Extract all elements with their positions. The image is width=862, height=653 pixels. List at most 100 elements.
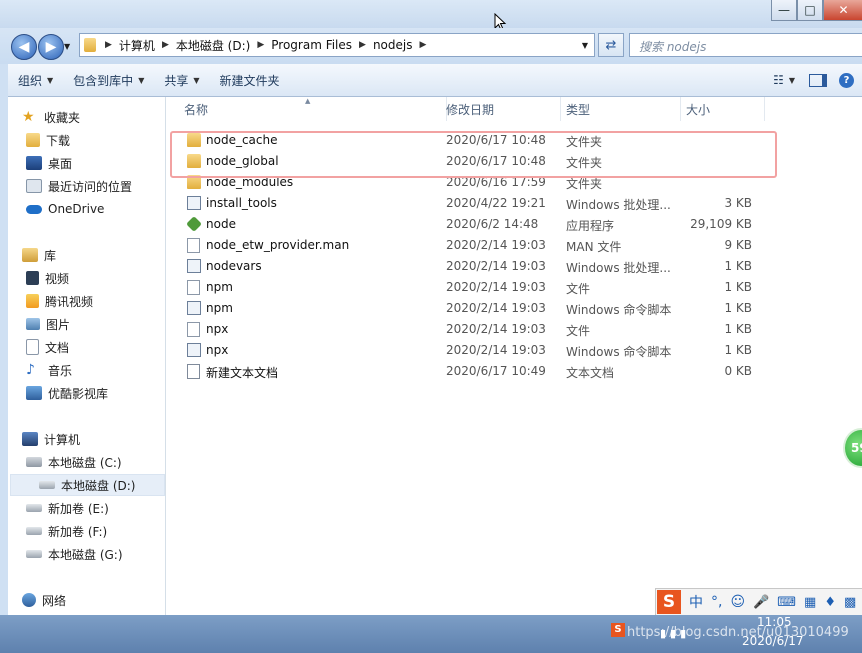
- column-header-type[interactable]: 类型: [560, 97, 681, 121]
- nav-recent-places[interactable]: 最近访问的位置: [26, 176, 132, 196]
- close-button[interactable]: ✕: [823, 0, 862, 21]
- breadcrumb-separator-icon[interactable]: ▶: [162, 40, 169, 50]
- file-date: 2020/2/14 19:03: [446, 280, 546, 294]
- nav-recent-label: 最近访问的位置: [48, 179, 133, 194]
- nav-computer[interactable]: 计算机: [22, 429, 80, 449]
- minimize-button[interactable]: —: [771, 0, 797, 21]
- file-type: Windows 批处理...: [566, 261, 671, 275]
- microphone-icon[interactable]: 🎤: [753, 595, 769, 610]
- nav-network[interactable]: 网络: [22, 590, 66, 610]
- file-icon: [187, 238, 200, 253]
- file-size: 9 KB: [724, 238, 752, 252]
- library-icon: [22, 248, 38, 262]
- file-date: 2020/2/14 19:03: [446, 322, 546, 336]
- file-type: Windows 批处理...: [566, 198, 671, 212]
- maximize-button[interactable]: □: [797, 0, 823, 21]
- file-row[interactable]: npx 2020/2/14 19:03 Windows 命令脚本 1 KB: [166, 340, 766, 361]
- share-button[interactable]: 共享 ▼: [154, 72, 209, 89]
- grid-icon[interactable]: ▦: [804, 595, 816, 610]
- recent-pages-dropdown-icon[interactable]: ▼: [64, 42, 70, 51]
- include-in-library-button[interactable]: 包含到库中 ▼: [63, 72, 154, 89]
- column-header-name[interactable]: 名称: [178, 97, 447, 121]
- sogou-tray-icon[interactable]: S: [611, 623, 625, 637]
- nav-pictures[interactable]: 图片: [26, 314, 70, 334]
- nav-tencent-video[interactable]: 腾讯视频: [26, 291, 93, 311]
- nav-libraries[interactable]: 库: [22, 245, 56, 265]
- preview-pane-button[interactable]: [801, 73, 835, 87]
- file-type: 文件: [566, 282, 591, 296]
- nav-drive-g[interactable]: 本地磁盘 (G:): [26, 544, 123, 564]
- breadcrumb-separator-icon[interactable]: ▶: [359, 40, 366, 50]
- forward-button[interactable]: ▶: [38, 34, 64, 60]
- file-row[interactable]: npx 2020/2/14 19:03 文件 1 KB: [166, 319, 766, 340]
- nav-drive-f[interactable]: 新加卷 (F:): [26, 521, 107, 541]
- nav-youku[interactable]: 优酷影视库: [26, 383, 108, 403]
- command-bar: 组织 ▼ 包含到库中 ▼ 共享 ▼ 新建文件夹 ☷ ▼ ?: [8, 64, 862, 97]
- help-icon: ?: [839, 72, 854, 88]
- sogou-logo-icon[interactable]: S: [657, 590, 681, 614]
- breadcrumb-separator-icon[interactable]: ▶: [257, 40, 264, 50]
- nav-downloads-label: 下载: [46, 133, 71, 148]
- back-button[interactable]: ◀: [11, 34, 37, 60]
- file-row[interactable]: 新建文本文档 2020/6/17 10:49 文本文档 0 KB: [166, 361, 766, 382]
- clock-date[interactable]: 2020/6/17: [742, 634, 804, 648]
- file-row[interactable]: npm 2020/2/14 19:03 Windows 命令脚本 1 KB: [166, 298, 766, 319]
- nav-drive-e[interactable]: 新加卷 (E:): [26, 498, 109, 518]
- preview-pane-icon: [809, 73, 827, 87]
- music-note-icon: ♪: [26, 362, 35, 378]
- ime-language-toggle[interactable]: 中: [689, 592, 703, 612]
- organize-label: 组织: [18, 73, 43, 88]
- nav-favorites-label: 收藏夹: [44, 110, 81, 125]
- nav-videos[interactable]: 视频: [26, 268, 69, 288]
- desktop-icon: [26, 156, 42, 170]
- file-row[interactable]: nodevars 2020/2/14 19:03 Windows 批处理... 1 K…: [166, 256, 766, 277]
- toolbox-icon[interactable]: ▩: [844, 595, 856, 610]
- file-row[interactable]: node_etw_provider.man 2020/2/14 19:03 MAN …: [166, 235, 766, 256]
- file-size: 1 KB: [724, 280, 752, 294]
- breadcrumb-computer[interactable]: 计算机: [119, 37, 155, 54]
- file-size: 1 KB: [724, 259, 752, 273]
- nav-downloads[interactable]: 下载: [26, 130, 70, 150]
- nav-onedrive[interactable]: OneDrive: [26, 199, 104, 219]
- organize-button[interactable]: 组织 ▼: [8, 72, 63, 89]
- column-date-label: 修改日期: [446, 102, 495, 117]
- nav-desktop-label: 桌面: [48, 156, 73, 171]
- nav-music[interactable]: ♪ 音乐: [26, 360, 72, 380]
- breadcrumb-nodejs[interactable]: nodejs: [373, 38, 413, 52]
- help-button[interactable]: ?: [835, 72, 862, 88]
- view-options-button[interactable]: ☷ ▼: [767, 73, 801, 87]
- breadcrumb-drive-d[interactable]: 本地磁盘 (D:): [176, 37, 250, 54]
- clock-time[interactable]: 11:05: [757, 615, 792, 629]
- file-size: 1 KB: [724, 322, 752, 336]
- emoji-icon[interactable]: ☺: [730, 594, 745, 610]
- node-app-icon: [186, 216, 202, 232]
- breadcrumb-separator-icon[interactable]: ▶: [105, 40, 112, 50]
- nav-drive-c[interactable]: 本地磁盘 (C:): [26, 452, 122, 472]
- file-row[interactable]: install_tools 2020/4/22 19:21 Windows 批处理.…: [166, 193, 766, 214]
- nav-desktop[interactable]: 桌面: [26, 153, 72, 173]
- ime-punctuation-toggle[interactable]: °,: [711, 594, 722, 610]
- batch-file-icon: [187, 301, 201, 315]
- address-bar[interactable]: ▶ 计算机 ▶ 本地磁盘 (D:) ▶ Program Files ▶ node…: [79, 33, 595, 57]
- address-dropdown-icon[interactable]: ▼: [582, 41, 588, 50]
- breadcrumb-program-files[interactable]: Program Files: [271, 38, 352, 52]
- tencent-video-icon: [26, 294, 39, 308]
- nav-documents[interactable]: 文档: [26, 337, 69, 357]
- chevron-down-icon: ▼: [138, 75, 145, 85]
- skin-icon[interactable]: ♦: [824, 595, 836, 610]
- refresh-button[interactable]: ⇄: [598, 33, 624, 57]
- nav-favorites[interactable]: ★ 收藏夹: [22, 107, 80, 127]
- new-folder-button[interactable]: 新建文件夹: [210, 72, 290, 89]
- nav-documents-label: 文档: [45, 340, 70, 355]
- file-row[interactable]: npm 2020/2/14 19:03 文件 1 KB: [166, 277, 766, 298]
- column-header-size[interactable]: 大小: [680, 97, 765, 121]
- nav-drive-d[interactable]: 本地磁盘 (D:): [10, 474, 165, 496]
- search-input[interactable]: 搜索 nodejs: [629, 33, 862, 57]
- breadcrumb-separator-icon[interactable]: ▶: [420, 40, 427, 50]
- keyboard-icon[interactable]: ⌨: [777, 595, 796, 610]
- drive-icon: [26, 527, 42, 535]
- search-placeholder: 搜索 nodejs: [639, 40, 707, 54]
- column-header-date[interactable]: 修改日期: [440, 97, 561, 121]
- file-row[interactable]: node 2020/6/2 14:48 应用程序 29,109 KB: [166, 214, 766, 235]
- file-name: npm: [206, 280, 233, 294]
